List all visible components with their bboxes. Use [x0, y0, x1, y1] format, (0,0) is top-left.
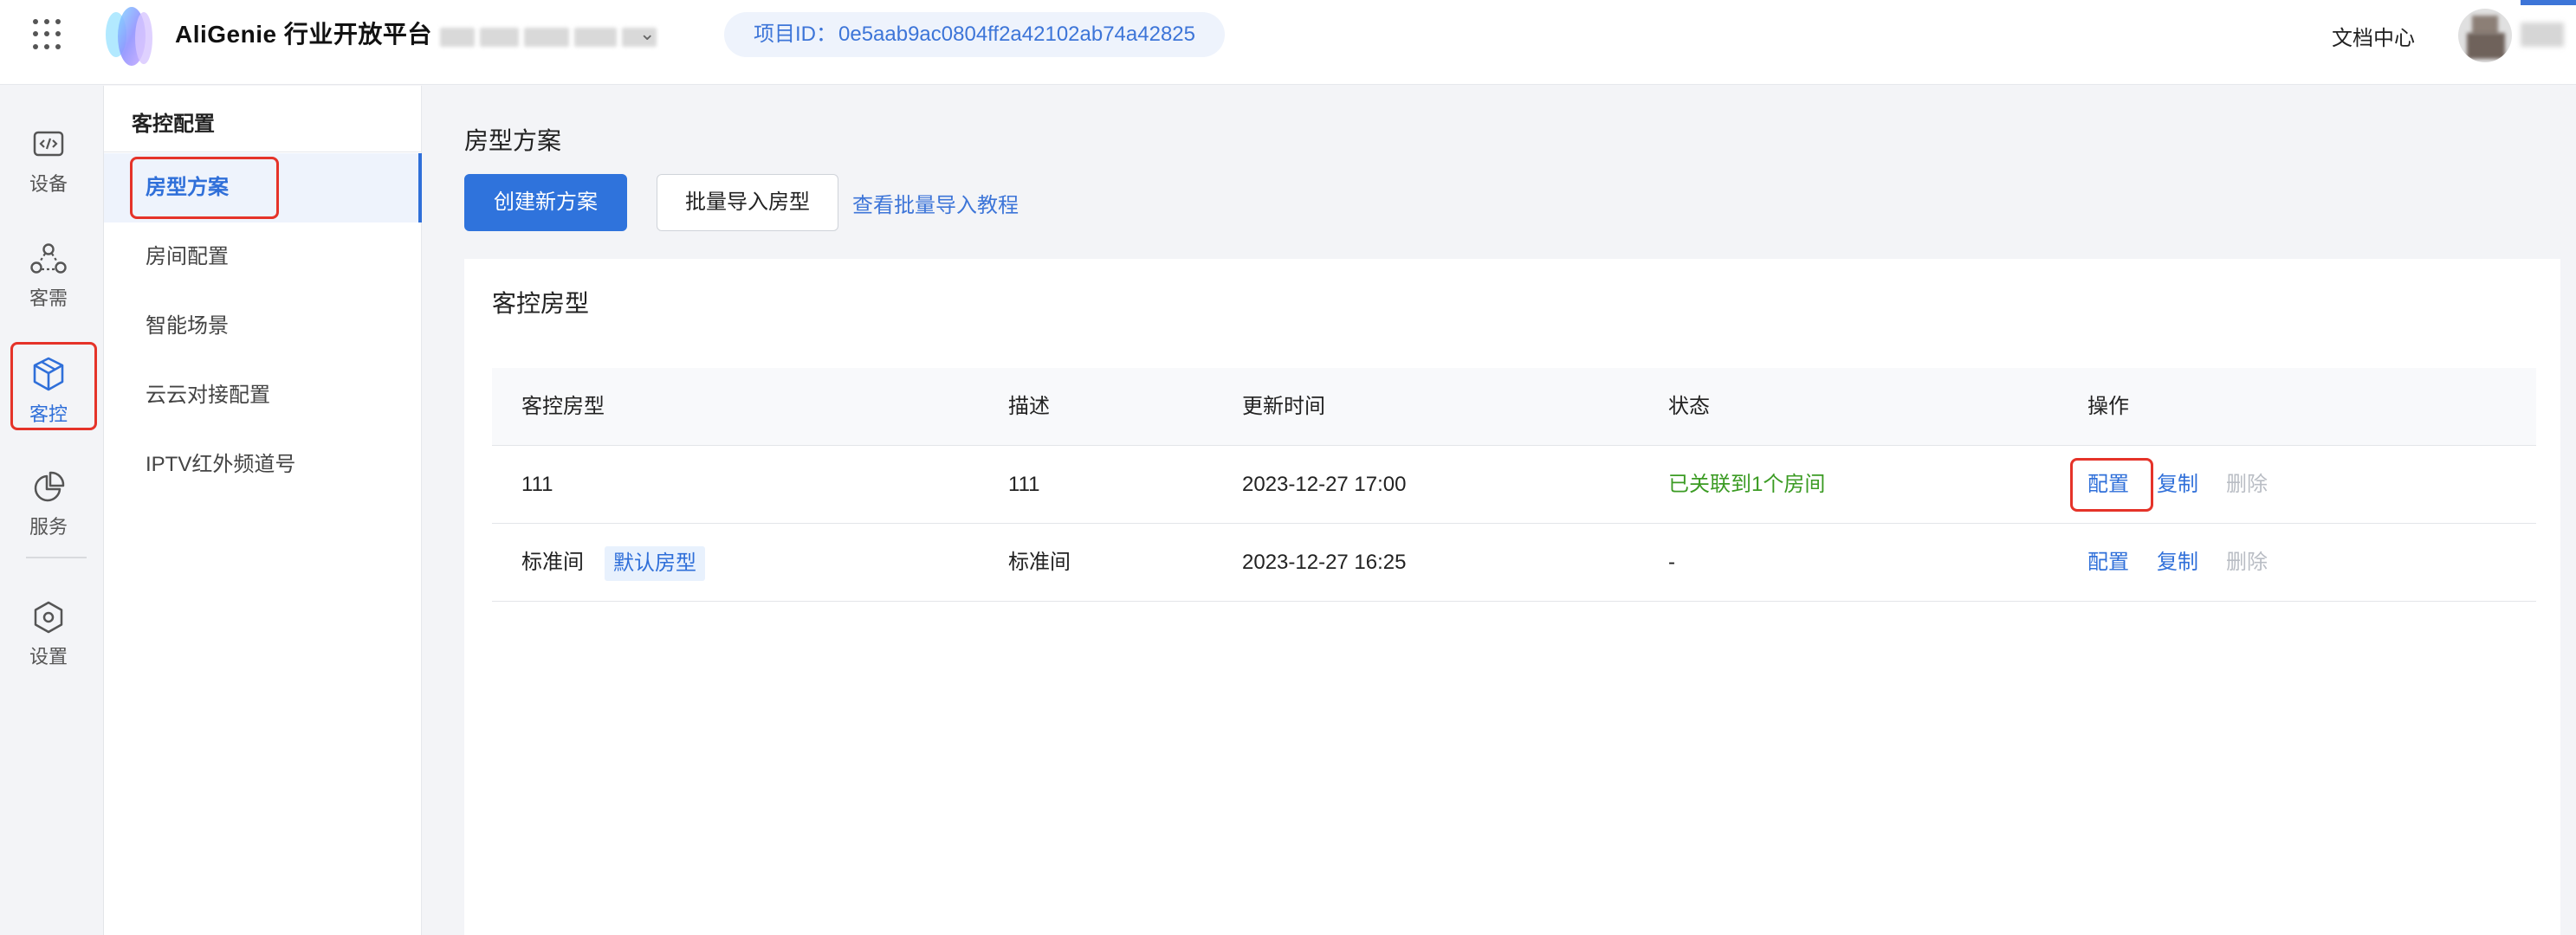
- rail-label-device: 设备: [29, 173, 68, 195]
- highlight-box-menu-room-type-plan: [130, 157, 279, 219]
- cell-status: 已关联到1个房间: [1668, 473, 1826, 496]
- copy-button[interactable]: 复制: [2157, 524, 2198, 602]
- main-content: 房型方案 创建新方案 批量导入房型 查看批量导入教程 客控房型 客控房型 描述 …: [423, 86, 2576, 935]
- table-row: 标准间 默认房型 标准间 2023-12-27 16:25 - 配置 复制 删除: [492, 524, 2536, 602]
- column-header-description: 描述: [1008, 395, 1050, 418]
- delete-button: 删除: [2226, 551, 2268, 574]
- cell-description: 标准间: [1008, 551, 1071, 574]
- batch-import-button[interactable]: 批量导入房型: [657, 174, 838, 231]
- platform-title: AliGenie 行业开放平台: [175, 21, 432, 48]
- rail-item-customer-demand[interactable]: 客需: [0, 226, 97, 313]
- copy-button[interactable]: 复制: [2157, 446, 2198, 524]
- create-plan-button[interactable]: 创建新方案: [464, 174, 627, 231]
- user-avatar[interactable]: [2458, 9, 2512, 62]
- configure-button[interactable]: 配置: [2087, 524, 2129, 602]
- cell-updated-time: 2023-12-27 16:25: [1242, 551, 1407, 574]
- settings-hex-icon: [34, 601, 63, 634]
- service-pie-icon: [34, 471, 65, 502]
- highlight-box-configure: [2070, 458, 2153, 512]
- import-tutorial-link[interactable]: 查看批量导入教程: [852, 188, 1019, 218]
- delete-button: 删除: [2226, 473, 2268, 496]
- column-header-updated-time: 更新时间: [1242, 395, 1325, 418]
- page-title: 房型方案: [464, 127, 562, 154]
- top-bar: AliGenie 行业开放平台 ⌄ 项目ID：0e5aab9ac0804ff2a…: [0, 0, 2576, 85]
- cell-updated-time: 2023-12-27 17:00: [1242, 473, 1407, 496]
- project-name-redacted[interactable]: [440, 24, 657, 50]
- column-header-actions: 操作: [2087, 395, 2129, 418]
- default-room-type-tag: 默认房型: [605, 545, 705, 581]
- device-icon: [33, 131, 64, 157]
- room-type-name: 标准间: [521, 551, 584, 574]
- cell-status: -: [1668, 551, 1675, 574]
- app-grid-icon[interactable]: [33, 19, 64, 50]
- cell-description: 111: [1008, 473, 1040, 496]
- card-title: 客控房型: [492, 290, 590, 317]
- cell-room-type: 111: [521, 473, 553, 496]
- table-row: 111 111 2023-12-27 17:00 已关联到1个房间 配置 复制 …: [492, 446, 2536, 524]
- aligenie-logo-icon: [106, 7, 152, 66]
- primary-nav-rail: 设备 客需 客控 服务 设置: [0, 86, 104, 935]
- column-header-status: 状态: [1668, 395, 1710, 418]
- rail-divider: [26, 557, 87, 558]
- rail-item-device[interactable]: 设备: [0, 112, 97, 198]
- secondary-menu: 客控配置 房型方案 房间配置 智能场景 云云对接配置 IPTV红外频道号: [104, 86, 422, 935]
- user-name-redacted[interactable]: [2521, 23, 2564, 47]
- rail-item-service[interactable]: 服务: [0, 455, 97, 541]
- project-id-pill: 项目ID：0e5aab9ac0804ff2a42102ab74a42825: [724, 12, 1225, 57]
- rail-label-customer-demand: 客需: [29, 287, 68, 309]
- menu-item-cloud-integration[interactable]: 云云对接配置: [104, 361, 422, 430]
- column-header-room-type: 客控房型: [521, 395, 605, 418]
- room-type-card: 客控房型 客控房型 描述 更新时间 状态 操作 111 111 2023-12-…: [464, 259, 2560, 935]
- cell-room-type: 标准间 默认房型: [521, 524, 705, 602]
- doc-center-link[interactable]: 文档中心: [2332, 21, 2415, 51]
- project-id-label: 项目ID：: [754, 23, 837, 46]
- menu-item-smart-scene[interactable]: 智能场景: [104, 292, 422, 361]
- table-header: 客控房型 描述 更新时间 状态 操作: [492, 368, 2536, 446]
- rail-label-service: 服务: [29, 516, 68, 538]
- customer-demand-icon: [30, 243, 67, 274]
- highlight-box-rail-room-control: [10, 342, 97, 430]
- top-edge-accent: [2521, 0, 2576, 5]
- rail-label-settings: 设置: [29, 646, 68, 667]
- menu-title: 客控配置: [132, 113, 215, 136]
- rail-item-settings[interactable]: 设置: [0, 584, 97, 671]
- project-id-value: 0e5aab9ac0804ff2a42102ab74a42825: [838, 23, 1195, 46]
- project-switch-chevron-icon[interactable]: ⌄: [639, 23, 655, 45]
- menu-item-room-config[interactable]: 房间配置: [104, 222, 422, 292]
- menu-item-iptv-channel[interactable]: IPTV红外频道号: [104, 430, 422, 500]
